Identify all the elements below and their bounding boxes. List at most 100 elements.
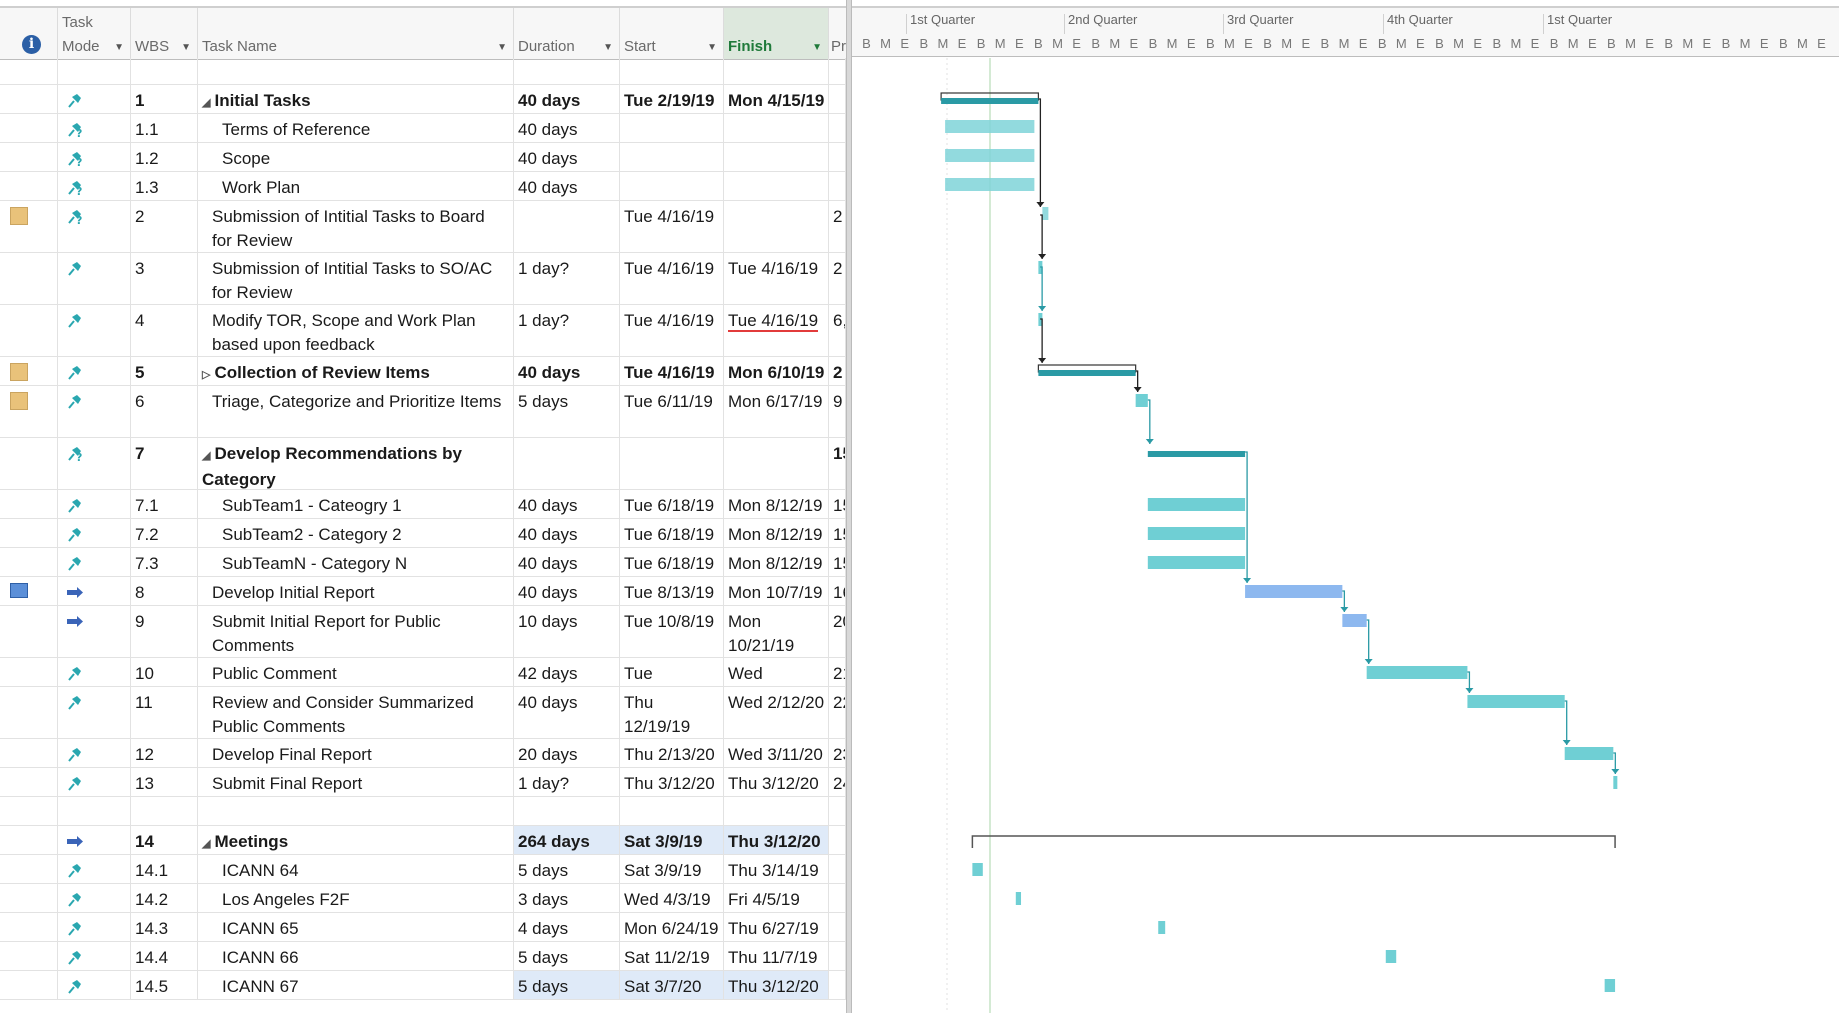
manual-task-bar[interactable] <box>945 149 1035 162</box>
indicator-cell[interactable] <box>0 687 58 738</box>
task-mode-cell[interactable] <box>58 797 131 825</box>
wbs-cell[interactable]: 3 <box>131 253 198 304</box>
collapse-triangle-icon[interactable]: ◢ <box>202 838 210 850</box>
task-bar[interactable] <box>1158 921 1166 934</box>
wbs-cell[interactable] <box>131 58 198 84</box>
note-icon[interactable] <box>10 363 28 381</box>
wbs-cell[interactable]: 14.1 <box>131 855 198 883</box>
task-name-cell[interactable]: Submit Final Report <box>198 768 514 796</box>
task-name-cell[interactable]: Public Comment <box>198 658 514 686</box>
task-mode-cell[interactable] <box>58 971 131 999</box>
finish-cell[interactable]: Mon 4/15/19 <box>724 85 829 113</box>
task-bar[interactable] <box>1366 666 1468 679</box>
indicator-cell[interactable] <box>0 253 58 304</box>
predecessors-cell[interactable]: 2 <box>829 201 846 252</box>
indicator-cell[interactable] <box>0 386 58 437</box>
start-cell[interactable]: Tue 6/18/19 <box>620 519 724 547</box>
start-cell[interactable] <box>620 172 724 200</box>
start-cell[interactable]: Sat 11/2/19 <box>620 942 724 970</box>
predecessors-cell[interactable] <box>829 114 846 142</box>
duration-cell[interactable]: 40 days <box>514 519 620 547</box>
finish-cell[interactable] <box>724 797 829 825</box>
task-name-cell[interactable]: ◢ Meetings <box>198 826 514 854</box>
start-cell[interactable]: Tue 6/11/19 <box>620 386 724 437</box>
start-cell[interactable]: Sat 3/9/19 <box>620 826 724 854</box>
task-name-cell[interactable]: ◢ Initial Tasks <box>198 85 514 113</box>
task-bar[interactable] <box>1467 695 1565 708</box>
task-name-cell[interactable]: Develop Initial Report <box>198 577 514 605</box>
start-cell[interactable] <box>620 797 724 825</box>
finish-cell[interactable]: Thu 11/7/19 <box>724 942 829 970</box>
task-row[interactable]: 14.1 ICANN 64 5 days Sat 3/9/19 Thu 3/14/19 <box>0 855 846 884</box>
calendar-icon[interactable] <box>10 583 28 598</box>
task-name-cell[interactable]: Los Angeles F2F <box>198 884 514 912</box>
indicator-cell[interactable] <box>0 357 58 385</box>
predecessors-cell[interactable] <box>829 143 846 171</box>
task-row[interactable]: ? 1.2 Scope 40 days <box>0 143 846 172</box>
finish-cell[interactable]: Mon 8/12/19 <box>724 519 829 547</box>
task-mode-cell[interactable]: ? <box>58 201 131 252</box>
task-name-cell[interactable] <box>198 58 514 84</box>
task-name-cell[interactable]: Scope <box>198 143 514 171</box>
manual-task-bar[interactable] <box>1042 207 1049 220</box>
indicator-cell[interactable] <box>0 768 58 796</box>
task-row[interactable]: 8 Develop Initial Report 40 days Tue 8/13/1… <box>0 577 846 606</box>
duration-cell[interactable]: 1 day? <box>514 253 620 304</box>
task-row[interactable]: 14.5 ICANN 67 5 days Sat 3/7/20 Thu 3/12/20 <box>0 971 846 1000</box>
task-mode-cell[interactable] <box>58 305 131 356</box>
task-row[interactable]: 10 Public Comment 42 days Tue 10/22/19 Wed 1… <box>0 658 846 687</box>
start-cell[interactable]: Tue 2/19/19 <box>620 85 724 113</box>
wbs-cell[interactable]: 14.3 <box>131 913 198 941</box>
chevron-down-icon[interactable]: ▼ <box>114 42 124 53</box>
start-cell[interactable]: Sat 3/7/20 <box>620 971 724 999</box>
task-name-cell[interactable]: Submission of Intitial Tasks to Board fo… <box>198 201 514 252</box>
wbs-cell[interactable]: 1.2 <box>131 143 198 171</box>
task-row[interactable]: 14.4 ICANN 66 5 days Sat 11/2/19 Thu 11/7/19 <box>0 942 846 971</box>
task-row[interactable]: 3 Submission of Intitial Tasks to SO/AC f… <box>0 253 846 305</box>
predecessors-cell[interactable] <box>829 172 846 200</box>
wbs-cell[interactable]: 14 <box>131 826 198 854</box>
finish-cell[interactable]: Mon 10/21/19 <box>724 606 829 657</box>
task-mode-cell[interactable] <box>58 884 131 912</box>
task-bar[interactable] <box>1135 394 1148 407</box>
finish-cell[interactable]: Fri 4/5/19 <box>724 884 829 912</box>
duration-cell[interactable]: 40 days <box>514 577 620 605</box>
task-row[interactable]: ? 2 Submission of Intitial Tasks to Board … <box>0 201 846 253</box>
task-mode-cell[interactable] <box>58 386 131 437</box>
finish-cell[interactable]: Thu 6/27/19 <box>724 913 829 941</box>
start-cell[interactable]: Tue 6/18/19 <box>620 548 724 576</box>
finish-cell[interactable]: Thu 3/14/19 <box>724 855 829 883</box>
start-cell[interactable]: Thu 3/12/20 <box>620 768 724 796</box>
task-name-cell[interactable]: SubTeam1 - Cateogry 1 <box>198 490 514 518</box>
indicator-cell[interactable] <box>0 913 58 941</box>
duration-cell[interactable]: 40 days <box>514 687 620 738</box>
predecessors-column-header[interactable]: Pr <box>829 8 846 59</box>
indicator-cell[interactable] <box>0 490 58 518</box>
manual-task-bar[interactable] <box>945 178 1035 191</box>
task-row[interactable]: 14.2 Los Angeles F2F 3 days Wed 4/3/19 Fri 4… <box>0 884 846 913</box>
duration-cell[interactable]: 10 days <box>514 606 620 657</box>
duration-cell[interactable] <box>514 58 620 84</box>
start-cell[interactable]: Thu 12/19/19 <box>620 687 724 738</box>
task-bar[interactable] <box>1147 498 1246 511</box>
task-name-cell[interactable]: Work Plan <box>198 172 514 200</box>
task-mode-cell[interactable] <box>58 606 131 657</box>
finish-cell[interactable]: Thu 3/12/20 <box>724 826 829 854</box>
predecessors-cell[interactable] <box>829 797 846 825</box>
task-mode-cell[interactable] <box>58 577 131 605</box>
wbs-cell[interactable]: 14.5 <box>131 971 198 999</box>
task-name-cell[interactable]: ICANN 67 <box>198 971 514 999</box>
task-bar[interactable] <box>1564 747 1614 760</box>
indicator-cell[interactable] <box>0 58 58 84</box>
duration-cell[interactable]: 5 days <box>514 386 620 437</box>
task-name-cell[interactable]: Submission of Intitial Tasks to SO/AC fo… <box>198 253 514 304</box>
wbs-cell[interactable]: 7.3 <box>131 548 198 576</box>
task-name-cell[interactable]: Submit Initial Report for Public Comment… <box>198 606 514 657</box>
note-icon[interactable] <box>10 392 28 410</box>
task-name-cell[interactable]: ▷ Collection of Review Items <box>198 357 514 385</box>
task-row[interactable]: 6 Triage, Categorize and Prioritize Items… <box>0 386 846 438</box>
finish-cell[interactable]: Thu 3/12/20 <box>724 768 829 796</box>
indicator-cell[interactable] <box>0 971 58 999</box>
predecessors-cell[interactable]: 15 <box>829 519 846 547</box>
predecessors-cell[interactable]: 2 <box>829 357 846 385</box>
